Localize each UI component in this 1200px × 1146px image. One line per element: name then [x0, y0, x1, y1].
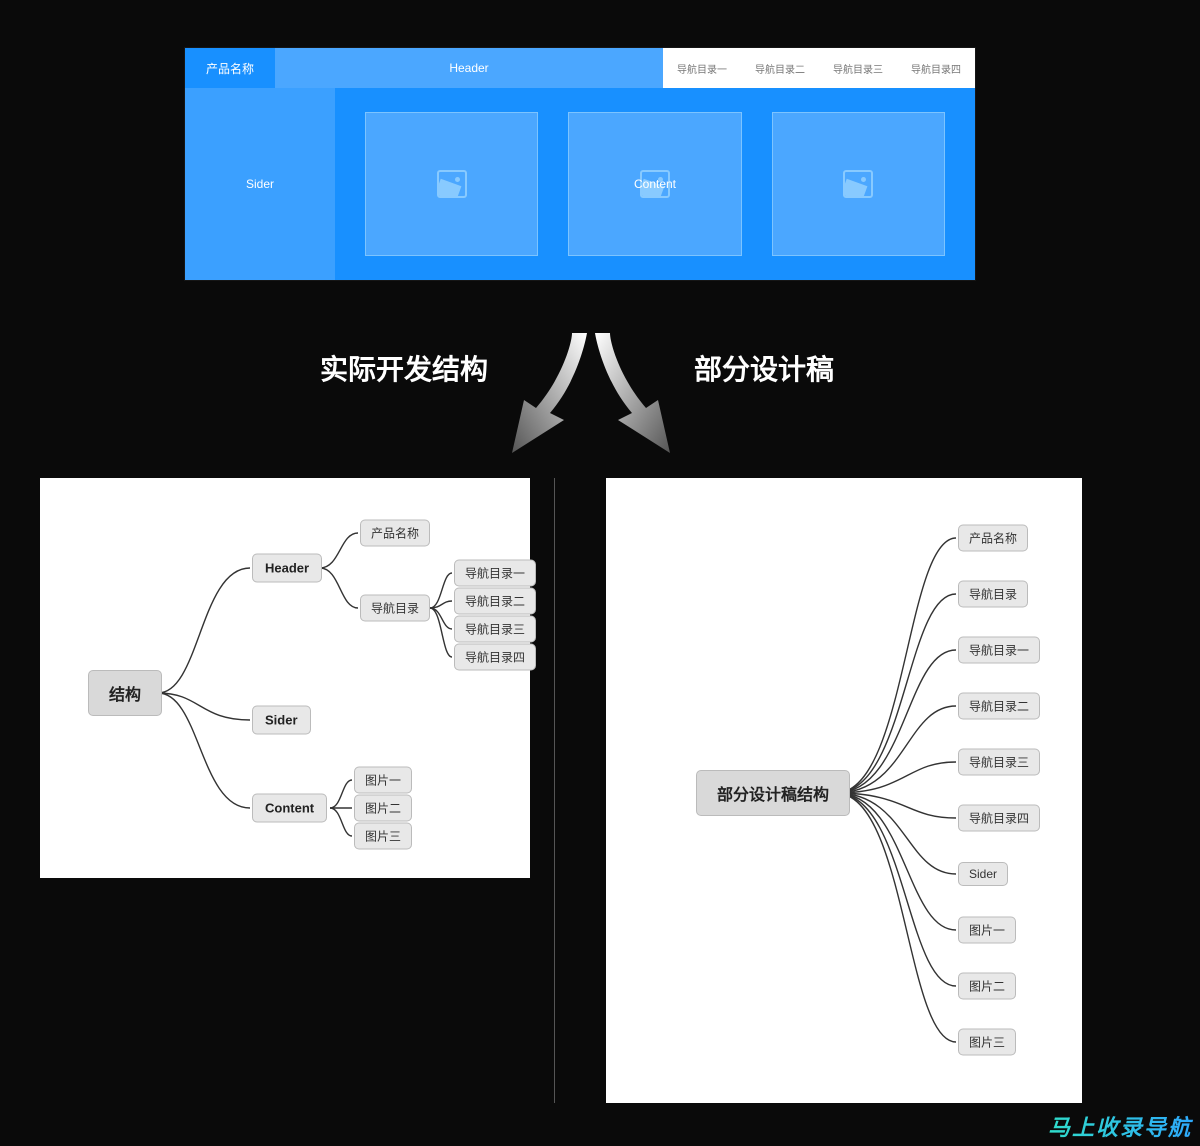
content-card-3 — [772, 112, 945, 256]
panel-divider — [554, 478, 555, 1103]
left-sider-node: Sider — [252, 706, 311, 735]
left-nav-root-node: 导航目录 — [360, 595, 430, 622]
left-root-node: 结构 — [88, 670, 162, 716]
right-tree-panel: 部分设计稿结构 产品名称 导航目录 导航目录一 导航目录二 导航目录三 导航目录… — [606, 478, 1082, 1103]
arrow-down-right-icon — [580, 328, 680, 458]
left-header-node: Header — [252, 554, 322, 583]
right-item-7: Sider — [958, 862, 1008, 886]
left-nav-item-2: 导航目录二 — [454, 588, 536, 615]
right-root-node: 部分设计稿结构 — [696, 770, 850, 816]
left-product-name-node: 产品名称 — [360, 520, 430, 547]
arrow-left-group: 实际开发结构 — [320, 328, 602, 458]
left-image-3: 图片三 — [354, 823, 412, 850]
left-nav-item-4: 导航目录四 — [454, 644, 536, 671]
right-mindmap: 部分设计稿结构 产品名称 导航目录 导航目录一 导航目录二 导航目录三 导航目录… — [606, 478, 1082, 1103]
header-label: Header — [275, 48, 663, 88]
mockup-header: 产品名称 Header 导航目录一 导航目录二 导航目录三 导航目录四 — [185, 48, 975, 88]
mockup-nav: 导航目录一 导航目录二 导航目录三 导航目录四 — [663, 48, 975, 88]
arrow-right-caption: 部分设计稿 — [694, 348, 834, 388]
right-item-1: 产品名称 — [958, 525, 1028, 552]
nav-item-3[interactable]: 导航目录三 — [819, 61, 897, 76]
arrow-left-caption: 实际开发结构 — [320, 348, 488, 388]
nav-item-1[interactable]: 导航目录一 — [663, 61, 741, 76]
left-content-node: Content — [252, 794, 327, 823]
image-icon — [843, 170, 873, 198]
right-item-4: 导航目录二 — [958, 693, 1040, 720]
product-name-cell: 产品名称 — [185, 48, 275, 88]
right-item-2: 导航目录 — [958, 581, 1028, 608]
mockup-body: Sider Content — [185, 88, 975, 280]
layout-mockup: 产品名称 Header 导航目录一 导航目录二 导航目录三 导航目录四 Side… — [185, 48, 975, 280]
nav-item-2[interactable]: 导航目录二 — [741, 61, 819, 76]
left-nav-item-3: 导航目录三 — [454, 616, 536, 643]
right-item-3: 导航目录一 — [958, 637, 1040, 664]
left-image-2: 图片二 — [354, 795, 412, 822]
left-nav-item-1: 导航目录一 — [454, 560, 536, 587]
image-icon — [437, 170, 467, 198]
left-tree-panel: 结构 Header Sider Content 产品名称 导航目录 导航目录一 … — [40, 478, 530, 878]
right-item-9: 图片二 — [958, 973, 1016, 1000]
left-image-1: 图片一 — [354, 767, 412, 794]
right-item-8: 图片一 — [958, 917, 1016, 944]
watermark: 马上收录导航 — [1040, 1106, 1200, 1146]
arrow-right-group: 部分设计稿 — [580, 328, 834, 458]
right-item-6: 导航目录四 — [958, 805, 1040, 832]
right-item-10: 图片三 — [958, 1029, 1016, 1056]
mockup-sider: Sider — [185, 88, 335, 280]
content-card-1 — [365, 112, 538, 256]
mockup-content: Content — [335, 88, 975, 280]
content-label: Content — [634, 177, 676, 191]
nav-item-4[interactable]: 导航目录四 — [897, 61, 975, 76]
left-mindmap: 结构 Header Sider Content 产品名称 导航目录 导航目录一 … — [40, 478, 530, 878]
right-item-5: 导航目录三 — [958, 749, 1040, 776]
